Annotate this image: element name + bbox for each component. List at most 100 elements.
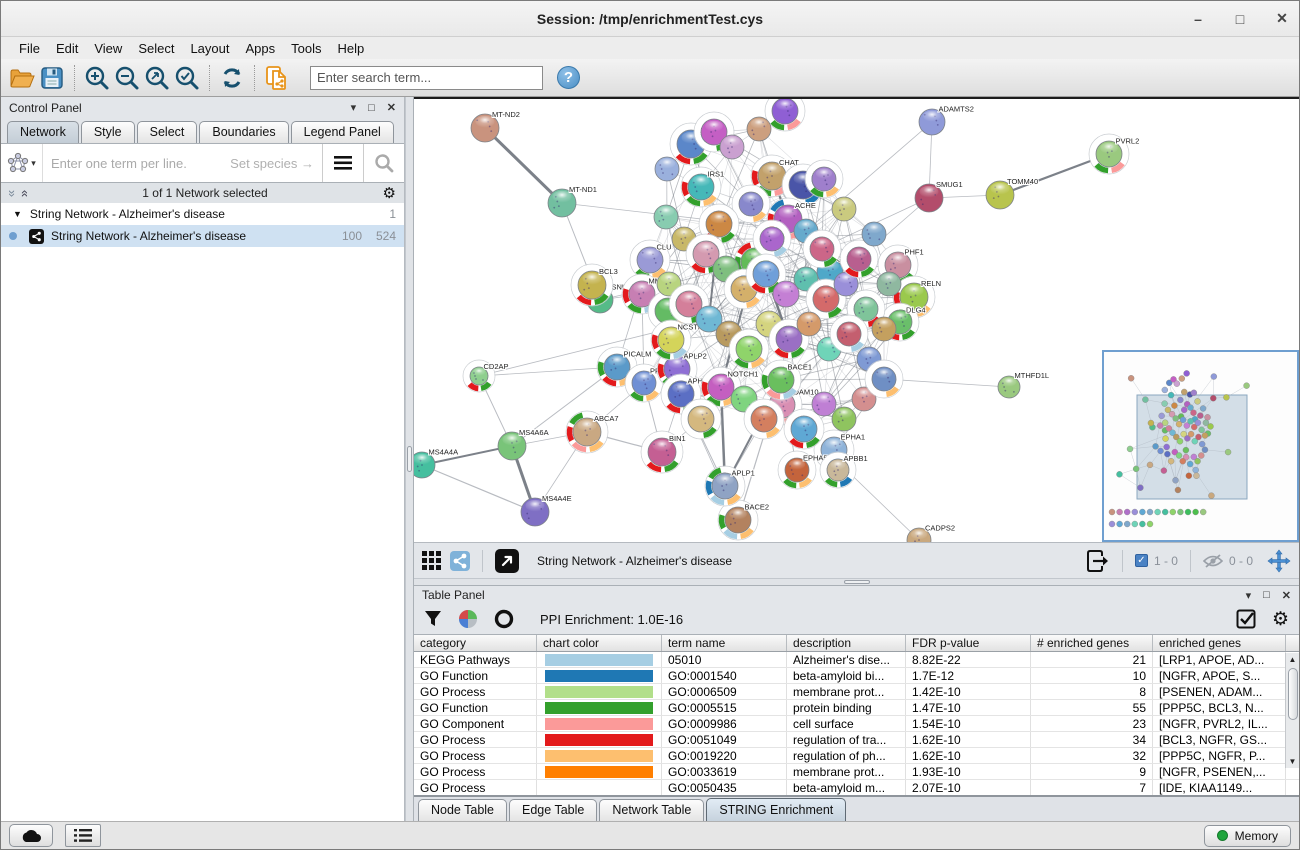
string-options-icon[interactable] (323, 144, 363, 182)
maximize-button[interactable]: □ (1231, 11, 1249, 27)
table-row[interactable]: KEGG Pathways05010Alzheimer's dise...8.8… (414, 652, 1299, 668)
tab-network-table[interactable]: Network Table (599, 799, 704, 821)
network-node-adamts2[interactable]: ADAMTS2 (919, 105, 974, 135)
network-gear-icon[interactable]: ⚙ (383, 184, 396, 202)
open-file-icon[interactable] (7, 63, 37, 93)
menu-layout[interactable]: Layout (182, 39, 237, 58)
tab-edge-table[interactable]: Edge Table (509, 799, 597, 821)
tab-node-table[interactable]: Node Table (418, 799, 507, 821)
menu-help[interactable]: Help (330, 39, 373, 58)
scroll-down-icon[interactable]: ▼ (1289, 755, 1297, 768)
column-header-1[interactable]: chart color (537, 635, 662, 651)
zoom-in-icon[interactable] (82, 63, 112, 93)
panel-close-icon[interactable]: ✕ (1282, 589, 1291, 602)
network-node-abca7[interactable]: ABCA7 (566, 411, 619, 453)
network-node-smug1[interactable]: SMUG1 (915, 180, 963, 212)
column-header-4[interactable]: FDR p-value (906, 635, 1031, 651)
network-node-tomm40[interactable]: TOMM40 (986, 177, 1038, 209)
table-panel-splitter[interactable] (414, 578, 1299, 586)
network-collection-row[interactable]: ▼ String Network - Alzheimer's disease 1 (1, 203, 404, 225)
network-node-cd2ap[interactable]: CD2AP (463, 360, 509, 392)
tab-boundaries[interactable]: Boundaries (199, 121, 288, 143)
network-node-apbb1[interactable]: APBB1 (820, 452, 868, 488)
network-node[interactable] (872, 317, 896, 341)
panel-close-icon[interactable]: ✕ (387, 101, 396, 114)
select-rows-icon[interactable] (1236, 609, 1256, 629)
open-in-new-icon[interactable] (495, 549, 519, 573)
pan-tool-icon[interactable] (1267, 549, 1291, 573)
string-term-input[interactable]: Enter one term per line. Set species → (43, 156, 322, 171)
network-node-irs1[interactable]: IRS1 (681, 167, 724, 207)
menu-view[interactable]: View (86, 39, 130, 58)
menu-edit[interactable]: Edit (48, 39, 86, 58)
network-node-mthfd1l[interactable]: MTHFD1L (998, 371, 1049, 398)
help-icon[interactable]: ? (557, 66, 580, 89)
table-row[interactable]: GO ComponentGO:0009986cell surface1.54E-… (414, 716, 1299, 732)
network-node[interactable] (797, 312, 821, 336)
search-input[interactable] (310, 66, 543, 90)
grid-mode-icon[interactable] (422, 551, 442, 571)
panel-menu-icon[interactable]: ▾ (1246, 589, 1252, 602)
table-row[interactable]: GO ProcessGO:0006509membrane prot...1.42… (414, 684, 1299, 700)
network-node[interactable] (681, 399, 721, 439)
close-button[interactable]: ✕ (1273, 10, 1291, 27)
tab-style[interactable]: Style (81, 121, 135, 143)
tab-select[interactable]: Select (137, 121, 198, 143)
table-row[interactable]: GO FunctionGO:0005515protein binding1.47… (414, 700, 1299, 716)
network-node[interactable] (803, 230, 841, 268)
table-row[interactable]: GO FunctionGO:0001540beta-amyloid bi...1… (414, 668, 1299, 684)
column-header-2[interactable]: term name (662, 635, 787, 651)
network-node-pvrl2[interactable]: PVRL2 (1089, 134, 1139, 174)
network-node-aplp1[interactable]: APLP1 (705, 466, 755, 506)
network-node[interactable] (720, 135, 744, 159)
menu-file[interactable]: File (11, 39, 48, 58)
network-node[interactable] (862, 222, 886, 246)
network-node[interactable] (832, 197, 856, 221)
table-row[interactable]: GO ProcessGO:0051049regulation of tra...… (414, 732, 1299, 748)
zoom-out-icon[interactable] (112, 63, 142, 93)
tab-network[interactable]: Network (7, 121, 79, 143)
network-node[interactable] (784, 409, 824, 449)
collapse-triangle-icon[interactable]: ▼ (13, 209, 22, 219)
table-scrollbar[interactable]: ▲ ▼ (1285, 653, 1299, 768)
network-node[interactable] (654, 205, 678, 229)
column-header-6[interactable]: enriched genes (1153, 635, 1286, 651)
settings-gear-icon[interactable]: ⚙ (1272, 610, 1289, 629)
table-row[interactable]: GO ProcessGO:0033619membrane prot...1.93… (414, 764, 1299, 780)
column-header-3[interactable]: description (787, 635, 906, 651)
network-node[interactable] (830, 315, 868, 353)
zoom-fit-icon[interactable] (142, 63, 172, 93)
panel-splitter[interactable] (405, 97, 414, 821)
scroll-up-icon[interactable]: ▲ (1289, 653, 1297, 666)
column-header-5[interactable]: # enriched genes (1031, 635, 1153, 651)
ring-chart-icon[interactable] (494, 609, 514, 629)
birds-eye-view[interactable] (1102, 350, 1299, 542)
network-node[interactable] (744, 399, 784, 439)
network-node[interactable] (655, 157, 679, 181)
column-header-0[interactable]: category (414, 635, 537, 651)
network-node[interactable] (812, 392, 836, 416)
copy-network-icon[interactable] (262, 63, 292, 93)
refresh-icon[interactable] (217, 63, 247, 93)
network-node[interactable] (865, 360, 903, 398)
scrollbar-thumb[interactable] (1288, 668, 1298, 720)
network-node[interactable] (805, 160, 843, 198)
network-node-cadps2[interactable]: CADPS2 (907, 523, 955, 542)
minimize-button[interactable]: – (1189, 11, 1207, 27)
species-hint[interactable]: Set species → (230, 156, 314, 171)
network-node-ms4a4e[interactable]: MS4A4E (521, 494, 572, 526)
network-node[interactable] (832, 407, 856, 431)
cloud-button[interactable] (9, 824, 53, 847)
save-icon[interactable] (37, 63, 67, 93)
menu-apps[interactable]: Apps (238, 39, 284, 58)
network-view[interactable]: MT-ND2MT-ND1VSNL1GAB2IRS1CHATBCHEACHEAPO… (414, 97, 1299, 542)
network-node[interactable] (747, 117, 771, 141)
menu-select[interactable]: Select (130, 39, 182, 58)
chart-icon[interactable] (458, 609, 478, 629)
expand-all-icon[interactable]: » (16, 189, 31, 196)
network-node-mt-nd2[interactable]: MT-ND2 (471, 110, 520, 142)
network-node[interactable] (877, 272, 901, 296)
task-list-button[interactable] (65, 824, 101, 847)
panel-menu-icon[interactable]: ▾ (351, 101, 357, 114)
table-row[interactable]: GO ProcessGO:0050435beta-amyloid m...2.0… (414, 780, 1299, 795)
